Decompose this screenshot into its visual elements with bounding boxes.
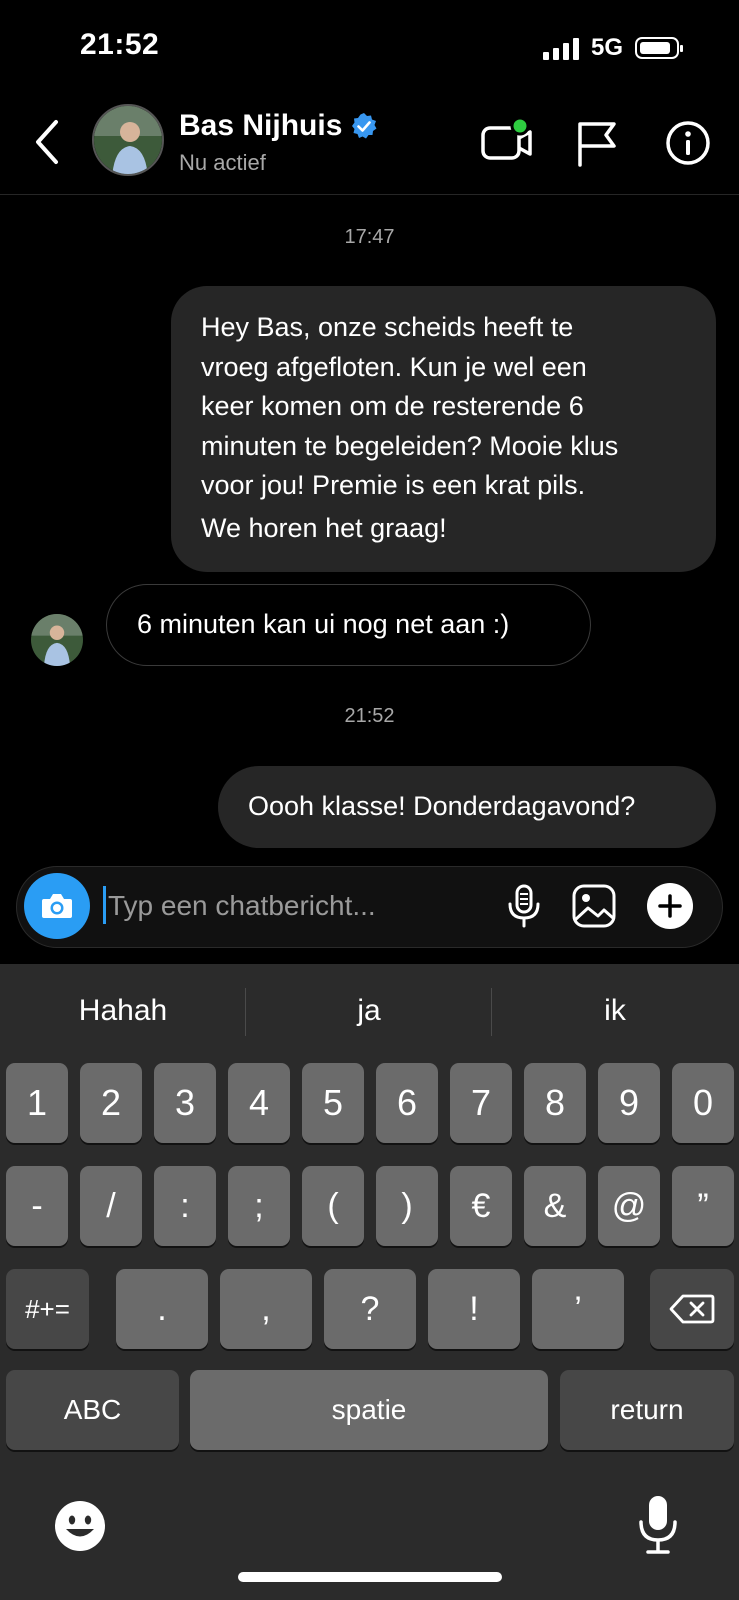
voice-message-button[interactable] <box>500 882 548 930</box>
key[interactable]: ) <box>376 1166 438 1246</box>
plus-icon <box>658 894 682 918</box>
verified-badge-icon <box>352 113 377 139</box>
back-button[interactable] <box>28 116 68 168</box>
suggestion-item[interactable]: Hahah <box>0 994 246 1028</box>
key[interactable]: & <box>524 1166 586 1246</box>
info-button[interactable] <box>661 116 715 170</box>
dictation-button[interactable] <box>636 1494 680 1556</box>
key[interactable]: ! <box>428 1269 520 1349</box>
flag-icon <box>578 122 616 167</box>
microphone-icon <box>508 884 540 928</box>
message-text: Oooh klasse! Donderdagavond? <box>248 791 636 822</box>
outgoing-message[interactable]: Hey Bas, onze scheids heeft te vroeg afg… <box>171 286 716 572</box>
key[interactable]: ( <box>302 1166 364 1246</box>
key[interactable]: ; <box>228 1166 290 1246</box>
video-call-button[interactable] <box>480 116 534 170</box>
key[interactable]: 8 <box>524 1063 586 1143</box>
gallery-icon <box>572 884 616 928</box>
battery-icon <box>635 37 683 59</box>
contact-name[interactable]: Bas Nijhuis <box>179 109 378 143</box>
camera-button[interactable] <box>24 873 90 939</box>
key[interactable]: - <box>6 1166 68 1246</box>
info-icon <box>666 121 710 165</box>
key[interactable]: ? <box>324 1269 416 1349</box>
space-key[interactable]: spatie <box>190 1370 548 1450</box>
backspace-icon <box>669 1294 715 1324</box>
text-caret <box>103 886 106 924</box>
suggestion-item[interactable]: ik <box>492 994 738 1028</box>
network-label: 5G <box>590 34 623 61</box>
video-call-icon <box>481 116 532 160</box>
key[interactable]: ’ <box>532 1269 624 1349</box>
report-button[interactable] <box>571 116 625 170</box>
key[interactable]: 3 <box>154 1063 216 1143</box>
incoming-message[interactable]: 6 minuten kan ui nog net aan :) <box>106 584 591 666</box>
return-key[interactable]: return <box>560 1370 734 1450</box>
key[interactable]: 2 <box>80 1063 142 1143</box>
key[interactable]: 9 <box>598 1063 660 1143</box>
outgoing-message[interactable]: Oooh klasse! Donderdagavond? <box>218 766 716 848</box>
message-line: We horen het graag! <box>201 512 447 543</box>
message-line: voor jou! Premie is een krat pils. <box>201 470 586 500</box>
message-line: minuten te begeleiden? Mooie klus <box>201 430 619 461</box>
status-indicators: 5G <box>542 34 683 62</box>
key[interactable]: @ <box>598 1166 660 1246</box>
key[interactable]: 1 <box>6 1063 68 1143</box>
message-line: vroeg afgefloten. Kun je wel een <box>201 351 587 382</box>
back-chevron-icon <box>36 120 58 164</box>
dictation-mic-icon <box>639 1496 677 1554</box>
home-indicator[interactable] <box>238 1572 502 1582</box>
suggestion-item[interactable]: ja <box>246 994 492 1028</box>
abc-mode-key[interactable]: ABC <box>6 1370 179 1450</box>
header-divider <box>0 194 739 195</box>
key[interactable]: . <box>116 1269 208 1349</box>
gallery-button[interactable] <box>570 882 618 930</box>
message-line: Hey Bas, onze scheids heeft te <box>201 312 574 342</box>
message-input[interactable] <box>108 884 478 928</box>
camera-icon <box>42 894 72 918</box>
message-line: keer komen om de resterende 6 <box>201 391 584 421</box>
symbols-mode-key[interactable]: #+= <box>6 1269 89 1349</box>
timestamp: 21:52 <box>344 705 395 727</box>
emoji-button[interactable] <box>54 1500 106 1552</box>
key[interactable]: 0 <box>672 1063 734 1143</box>
key[interactable]: : <box>154 1166 216 1246</box>
key[interactable]: 5 <box>302 1063 364 1143</box>
contact-name-label: Bas Nijhuis <box>179 109 343 142</box>
contact-avatar[interactable] <box>92 104 164 176</box>
key[interactable]: ” <box>672 1166 734 1246</box>
more-options-button[interactable] <box>647 883 693 929</box>
key[interactable]: 6 <box>376 1063 438 1143</box>
key[interactable]: € <box>450 1166 512 1246</box>
key[interactable]: 7 <box>450 1063 512 1143</box>
emoji-icon <box>55 1501 105 1551</box>
timestamp: 17:47 <box>344 226 395 248</box>
backspace-key[interactable] <box>650 1269 734 1349</box>
contact-status: Nu actief <box>179 150 266 175</box>
sender-avatar[interactable] <box>31 614 83 666</box>
key[interactable]: / <box>80 1166 142 1246</box>
key[interactable]: 4 <box>228 1063 290 1143</box>
key[interactable]: , <box>220 1269 312 1349</box>
message-text: 6 minuten kan ui nog net aan :) <box>137 609 510 640</box>
signal-icon <box>542 36 579 60</box>
status-time: 21:52 <box>80 28 160 61</box>
